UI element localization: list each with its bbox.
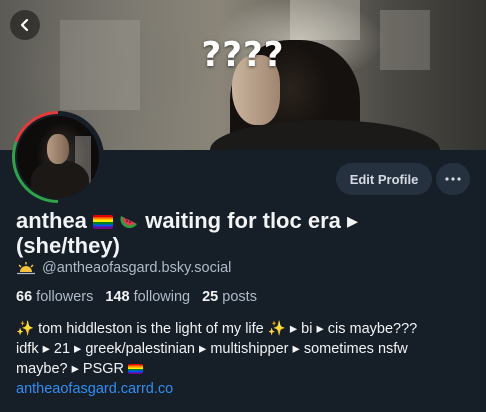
display-name-part2: waiting for tloc era ▸ [145, 208, 359, 233]
profile-handle: @antheaofasgard.bsky.social [42, 260, 232, 276]
posts-label: posts [222, 289, 257, 305]
bio-line-2: idfk ▸ 21 ▸ greek/palestinian ▸ multishi… [16, 341, 408, 357]
back-button[interactable] [10, 10, 40, 40]
followers-link[interactable]: 66 followers [16, 289, 93, 305]
profile-stats: 66 followers 148 following 25 posts [16, 289, 257, 305]
edit-profile-button[interactable]: Edit Profile [336, 163, 432, 195]
bio-line-3: maybe? ▸ PSGR [16, 359, 480, 379]
display-name-part1: anthea [16, 208, 87, 233]
handle-row: @antheaofasgard.bsky.social [16, 260, 231, 276]
bio-link[interactable]: antheaofasgard.carrd.co [16, 379, 480, 399]
bio-line-1: ✨ tom hiddleston is the light of my life… [16, 321, 418, 337]
posts-count: 25 [202, 289, 219, 305]
bio-line-3-text: maybe? ▸ PSGR [16, 361, 125, 377]
following-link[interactable]: 148 following [105, 289, 190, 305]
rainbow-flag-icon [128, 364, 144, 374]
ellipsis-icon [445, 177, 461, 181]
following-label: following [133, 289, 191, 305]
avatar-image [15, 114, 101, 200]
display-name-pronouns: (she/they) [16, 233, 120, 258]
followers-count: 66 [16, 289, 33, 305]
banner-overlay-text: ???? [201, 35, 285, 75]
avatar[interactable] [12, 111, 104, 203]
rainbow-flag-icon [93, 215, 114, 229]
sunrise-icon [17, 262, 35, 275]
display-name: anthea waiting for tloc era ▸ (she/they) [16, 208, 476, 258]
followers-label: followers [36, 289, 94, 305]
profile-bio: ✨ tom hiddleston is the light of my life… [16, 319, 480, 399]
chevron-left-icon [20, 18, 29, 32]
more-options-button[interactable] [436, 163, 470, 195]
watermelon-icon [120, 216, 138, 229]
following-count: 148 [105, 289, 130, 305]
